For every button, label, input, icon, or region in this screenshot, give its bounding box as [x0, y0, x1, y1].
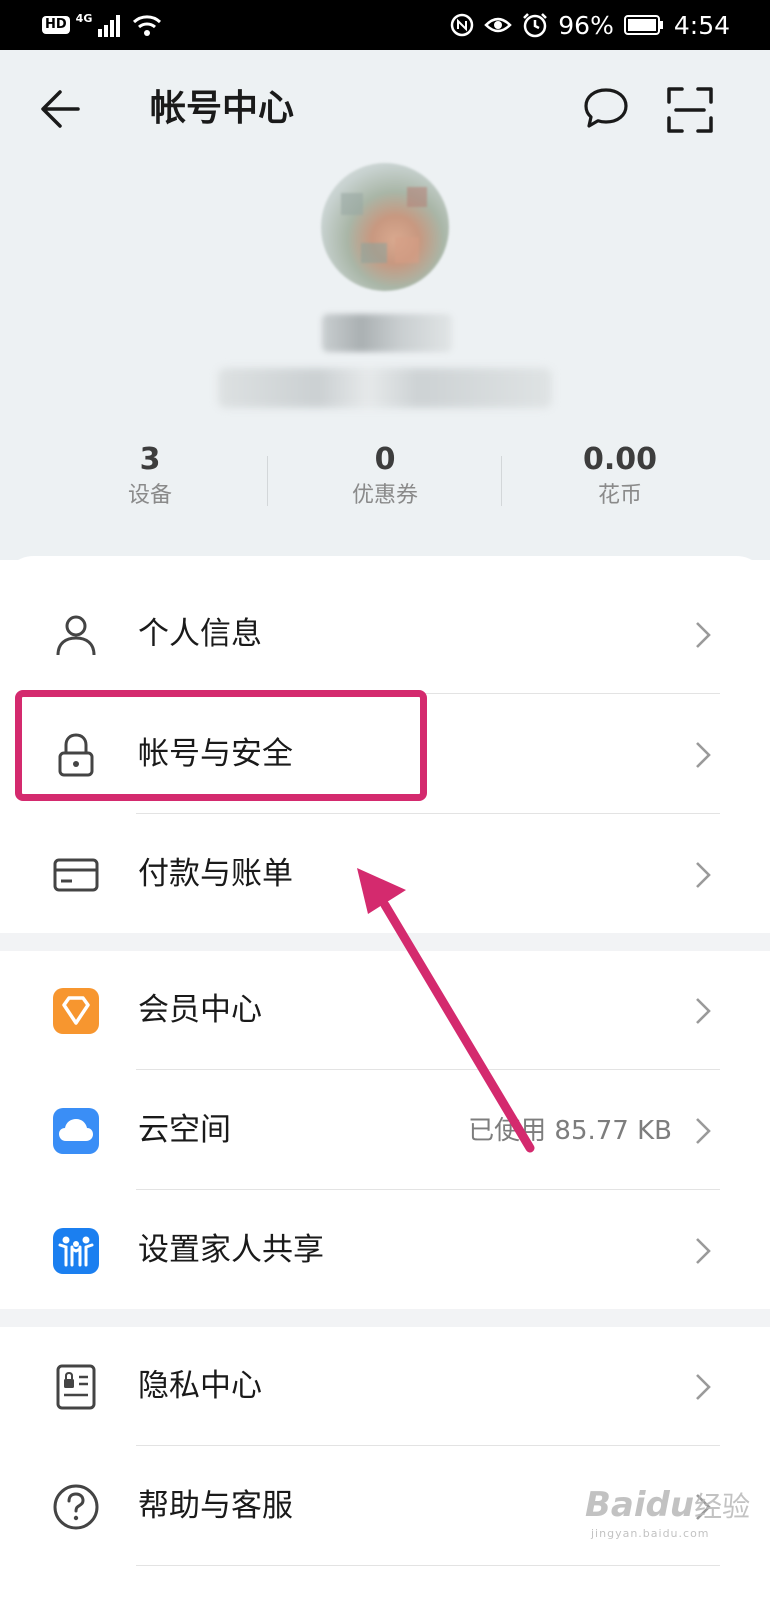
alarm-icon	[523, 13, 548, 38]
stat-value: 3	[139, 442, 161, 477]
back-arrow-icon[interactable]	[38, 86, 84, 132]
user-name-blurred	[322, 314, 452, 352]
avatar[interactable]	[321, 163, 449, 291]
baidu-watermark: Baidu经验 jingyan.baidu.com	[585, 1485, 751, 1540]
menu-item-label: 隐私中心	[138, 1368, 262, 1404]
stat-coins[interactable]: 0.00 花币	[500, 440, 740, 512]
user-id-blurred	[218, 368, 552, 408]
menu-item-label: 个人信息	[138, 616, 262, 652]
stat-label: 优惠券	[351, 483, 418, 508]
menu-item-cloud-space[interactable]: 云空间 已使用 85.77 KB	[0, 1071, 770, 1189]
stat-value: 0.00	[582, 442, 658, 477]
stat-devices[interactable]: 3 设备	[30, 440, 270, 512]
divider	[136, 1069, 720, 1070]
cloud-icon	[53, 1108, 99, 1154]
status-bar: HD 4G 96% 4:54	[0, 0, 770, 50]
watermark-url: jingyan.baidu.com	[591, 1527, 710, 1540]
stat-value: 0	[374, 442, 396, 477]
chevron-right-icon	[696, 1118, 711, 1144]
menu-item-payment-billing[interactable]: 付款与账单	[0, 815, 770, 933]
chevron-right-icon	[696, 1374, 711, 1400]
watermark-brand: Bai	[585, 1485, 646, 1525]
hd-badge: HD	[42, 16, 70, 34]
network-type: 4G	[75, 11, 93, 25]
menu-item-personal-info[interactable]: 个人信息	[0, 575, 770, 693]
divider	[136, 1445, 720, 1446]
chevron-right-icon	[696, 742, 711, 768]
chat-bubble-icon[interactable]	[582, 86, 630, 132]
menu-item-label: 付款与账单	[138, 856, 293, 892]
menu-item-label: 帮助与客服	[138, 1488, 293, 1524]
battery-icon	[623, 15, 663, 35]
divider	[136, 813, 720, 814]
menu-item-family-sharing[interactable]: 设置家人共享	[0, 1191, 770, 1309]
stat-coupons[interactable]: 0 优惠券	[265, 440, 505, 512]
divider	[136, 1189, 720, 1190]
stat-label: 设备	[127, 483, 172, 508]
nfc-icon	[451, 13, 474, 37]
status-left: HD 4G	[42, 10, 162, 40]
stats-row: 3 设备 0 优惠券 0.00 花币	[0, 440, 770, 520]
chevron-right-icon	[696, 622, 711, 648]
menu-item-label: 云空间	[138, 1112, 231, 1148]
stat-label: 花币	[597, 483, 642, 508]
help-question-icon	[53, 1484, 99, 1530]
stat-divider	[501, 456, 502, 506]
person-icon	[56, 615, 96, 656]
scan-icon[interactable]	[666, 86, 714, 134]
status-right: 96% 4:54	[450, 8, 730, 42]
divider	[136, 1565, 720, 1566]
chevron-right-icon	[696, 998, 711, 1024]
chevron-right-icon	[696, 1238, 711, 1264]
signal-icon	[98, 15, 121, 37]
privacy-document-icon	[56, 1364, 96, 1410]
family-icon	[53, 1228, 99, 1274]
diamond-icon	[53, 988, 99, 1034]
page-title: 帐号中心	[150, 88, 295, 129]
section-gap	[0, 933, 770, 951]
stat-divider	[267, 456, 268, 506]
watermark-brand-du: du	[645, 1485, 695, 1525]
menu-item-privacy-center[interactable]: 隐私中心	[0, 1327, 770, 1445]
clock: 4:54	[673, 10, 730, 40]
eye-comfort-icon	[484, 17, 513, 33]
cloud-usage-value: 已使用 85.77 KB	[468, 1116, 672, 1146]
chevron-right-icon	[696, 862, 711, 888]
watermark-cn: 经验	[694, 1490, 751, 1523]
section-gap	[0, 1309, 770, 1327]
battery-percent: 96%	[558, 10, 614, 40]
menu-item-label: 设置家人共享	[138, 1232, 324, 1268]
menu-item-label: 会员中心	[138, 992, 262, 1028]
wifi-icon	[133, 15, 162, 36]
menu-item-member-center[interactable]: 会员中心	[0, 951, 770, 1069]
credit-card-icon	[53, 858, 99, 892]
highlight-box	[15, 690, 427, 801]
